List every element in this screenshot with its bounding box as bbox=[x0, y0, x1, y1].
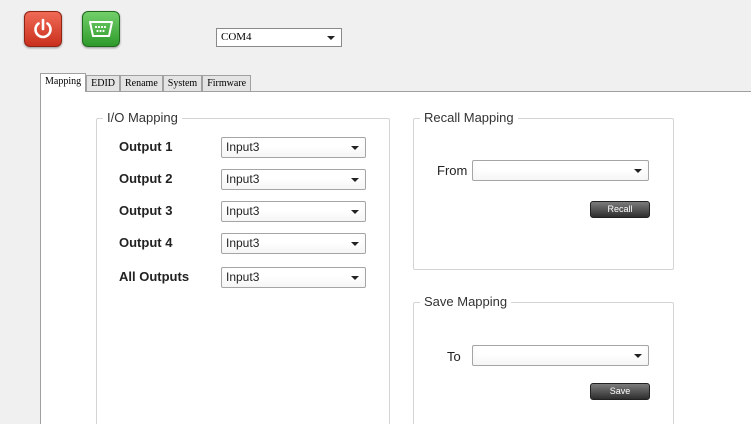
recall-mapping-group: Recall Mapping From Recall bbox=[413, 110, 674, 270]
output-4-select[interactable]: Input3 bbox=[221, 233, 366, 254]
all-outputs-value: Input3 bbox=[226, 270, 260, 284]
power-button[interactable] bbox=[24, 11, 62, 47]
tab-bar: Mapping EDID Rename System Firmware bbox=[40, 73, 252, 92]
save-mapping-group: Save Mapping To Save bbox=[413, 294, 674, 424]
save-to-select[interactable] bbox=[472, 345, 649, 366]
io-mapping-title: I/O Mapping bbox=[103, 110, 182, 126]
chevron-down-icon bbox=[351, 178, 359, 182]
mapping-panel: I/O Mapping Output 1 Input3 Output 2 Inp… bbox=[40, 91, 751, 424]
tab-system[interactable]: System bbox=[162, 75, 203, 92]
chevron-down-icon bbox=[351, 276, 359, 280]
all-outputs-select[interactable]: Input3 bbox=[221, 267, 366, 288]
chevron-down-icon bbox=[351, 146, 359, 150]
all-outputs-label: All Outputs bbox=[119, 269, 190, 284]
power-icon bbox=[34, 18, 52, 39]
com-port-value: COM4 bbox=[221, 31, 252, 43]
chevron-down-icon bbox=[351, 242, 359, 246]
output-4-label: Output 4 bbox=[119, 235, 173, 250]
output-1-value: Input3 bbox=[226, 140, 260, 154]
output-3-value: Input3 bbox=[226, 204, 260, 218]
output-3-select[interactable]: Input3 bbox=[221, 201, 366, 222]
chevron-down-icon bbox=[351, 210, 359, 214]
output-2-value: Input3 bbox=[226, 172, 260, 186]
serial-port-icon bbox=[89, 21, 113, 37]
tab-edid[interactable]: EDID bbox=[86, 75, 120, 92]
chevron-down-icon bbox=[327, 36, 335, 40]
tab-mapping[interactable]: Mapping bbox=[40, 73, 87, 92]
serial-connect-button[interactable] bbox=[82, 11, 120, 47]
tab-rename[interactable]: Rename bbox=[120, 75, 163, 92]
recall-mapping-title: Recall Mapping bbox=[420, 110, 518, 126]
output-1-select[interactable]: Input3 bbox=[221, 137, 366, 158]
output-2-label: Output 2 bbox=[119, 171, 173, 186]
save-to-label: To bbox=[447, 349, 461, 364]
chevron-down-icon bbox=[634, 354, 642, 358]
save-button[interactable]: Save bbox=[590, 383, 650, 400]
output-1-label: Output 1 bbox=[119, 139, 173, 154]
com-port-select[interactable]: COM4 bbox=[216, 28, 342, 47]
recall-from-select[interactable] bbox=[472, 160, 649, 181]
output-2-select[interactable]: Input3 bbox=[221, 169, 366, 190]
chevron-down-icon bbox=[634, 169, 642, 173]
recall-button[interactable]: Recall bbox=[590, 201, 650, 218]
output-3-label: Output 3 bbox=[119, 203, 173, 218]
io-mapping-group: I/O Mapping Output 1 Input3 Output 2 Inp… bbox=[96, 110, 390, 424]
output-4-value: Input3 bbox=[226, 236, 260, 250]
save-mapping-title: Save Mapping bbox=[420, 294, 512, 310]
tab-firmware[interactable]: Firmware bbox=[202, 75, 252, 92]
recall-from-label: From bbox=[437, 163, 468, 178]
